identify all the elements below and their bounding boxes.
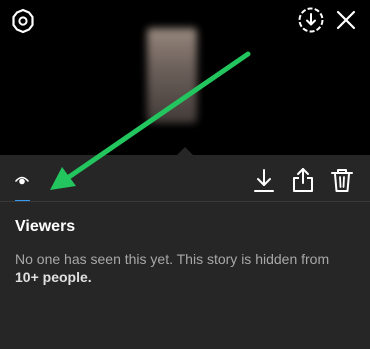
annotation-arrow (50, 51, 251, 190)
